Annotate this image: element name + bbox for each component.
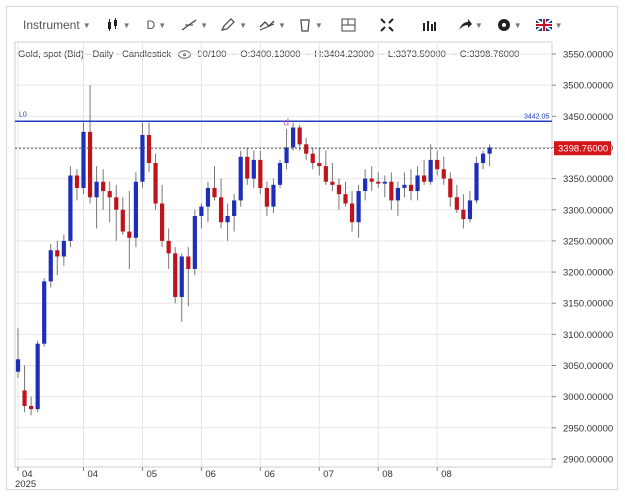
candle-body[interactable] bbox=[251, 159, 256, 179]
candle-body[interactable] bbox=[166, 240, 171, 254]
candle-body[interactable] bbox=[474, 163, 479, 201]
candle-body[interactable] bbox=[284, 147, 289, 164]
x-tick-label: 04 bbox=[88, 469, 99, 480]
candle-body[interactable] bbox=[74, 175, 80, 188]
plot-area bbox=[14, 41, 553, 468]
candle-body[interactable] bbox=[153, 163, 158, 204]
candle-body[interactable] bbox=[402, 184, 407, 188]
candle-body[interactable] bbox=[232, 200, 237, 216]
candle-body[interactable] bbox=[415, 175, 420, 192]
candle-body[interactable] bbox=[87, 131, 93, 198]
x-tick-label: 05 bbox=[146, 469, 157, 480]
candle-body[interactable] bbox=[291, 127, 296, 148]
candle-body[interactable] bbox=[22, 390, 27, 406]
candle-body[interactable] bbox=[323, 166, 328, 182]
y-tick-label: 3150.00000 bbox=[563, 299, 613, 310]
candle-body[interactable] bbox=[448, 178, 453, 198]
candle-body[interactable] bbox=[480, 153, 486, 164]
candle-body[interactable] bbox=[29, 405, 34, 410]
y-tick-label: 3100.00000 bbox=[563, 330, 613, 341]
line-value-label: 3442.05 bbox=[524, 113, 549, 120]
x-tick-label: 07 bbox=[323, 469, 334, 480]
candle-body[interactable] bbox=[277, 163, 283, 185]
line-label: L0 bbox=[19, 111, 27, 118]
candle-body[interactable] bbox=[81, 131, 86, 188]
x-year-label: 2025 bbox=[15, 479, 36, 490]
candle-body[interactable] bbox=[146, 134, 152, 164]
y-tick-label: 3200.00000 bbox=[563, 268, 613, 279]
candle-body[interactable] bbox=[389, 181, 394, 201]
candle-body[interactable] bbox=[264, 187, 269, 207]
candle-body[interactable] bbox=[461, 209, 466, 220]
last-price-text: 3398.76000 bbox=[558, 144, 608, 155]
candle-body[interactable] bbox=[173, 253, 178, 297]
candle-body[interactable] bbox=[94, 181, 99, 198]
candle-body[interactable] bbox=[107, 191, 112, 198]
y-tick-label: 3250.00000 bbox=[563, 236, 613, 247]
candle-body[interactable] bbox=[140, 134, 145, 182]
candle-body[interactable] bbox=[356, 191, 361, 223]
candle-body[interactable] bbox=[15, 359, 21, 372]
candle-body[interactable] bbox=[297, 127, 302, 145]
x-tick-label: 08 bbox=[441, 469, 452, 480]
candle-body[interactable] bbox=[369, 178, 374, 182]
y-tick-label: 3450.00000 bbox=[563, 112, 613, 123]
candle-body[interactable] bbox=[120, 209, 125, 232]
candle-body[interactable] bbox=[382, 181, 387, 184]
candle-body[interactable] bbox=[133, 181, 138, 238]
candle-body[interactable] bbox=[186, 256, 191, 269]
y-tick-label: 3550.00000 bbox=[563, 50, 613, 61]
candle-body[interactable] bbox=[310, 153, 315, 164]
candle-body[interactable] bbox=[68, 175, 73, 241]
candle-body[interactable] bbox=[199, 206, 204, 216]
y-tick-label: 3500.00000 bbox=[563, 81, 613, 92]
candle-body[interactable] bbox=[61, 240, 66, 257]
y-tick-label: 3050.00000 bbox=[563, 361, 613, 372]
x-tick-label: 08 bbox=[382, 469, 393, 480]
y-tick-label: 2900.00000 bbox=[563, 454, 613, 465]
candle-body[interactable] bbox=[363, 178, 368, 192]
candle-body[interactable] bbox=[258, 159, 263, 188]
candle-body[interactable] bbox=[467, 200, 473, 220]
candle-body[interactable] bbox=[238, 156, 243, 201]
candle-body[interactable] bbox=[212, 187, 217, 198]
candle-body[interactable] bbox=[101, 181, 106, 192]
candle-body[interactable] bbox=[317, 163, 322, 167]
candle-body[interactable] bbox=[192, 215, 197, 269]
candlestick-chart[interactable]: 3550.000003500.000003450.000003400.00000… bbox=[0, 0, 625, 496]
drawing-marker[interactable]: d bbox=[284, 117, 290, 128]
candle-body[interactable] bbox=[435, 159, 440, 170]
candle-body[interactable] bbox=[395, 187, 400, 201]
candle-body[interactable] bbox=[42, 281, 47, 344]
candle-body[interactable] bbox=[127, 231, 132, 238]
candle-body[interactable] bbox=[114, 197, 119, 210]
candle-body[interactable] bbox=[343, 194, 348, 204]
y-tick-label: 2950.00000 bbox=[563, 423, 613, 434]
candle-body[interactable] bbox=[441, 169, 446, 179]
candle-body[interactable] bbox=[205, 187, 211, 207]
candle-body[interactable] bbox=[330, 181, 335, 185]
candle-body[interactable] bbox=[336, 184, 342, 195]
y-tick-label: 3300.00000 bbox=[563, 205, 613, 216]
candle-body[interactable] bbox=[35, 343, 40, 410]
candle-body[interactable] bbox=[376, 181, 381, 184]
candle-body[interactable] bbox=[160, 203, 165, 241]
candle-body[interactable] bbox=[55, 250, 60, 257]
candle-body[interactable] bbox=[422, 175, 427, 182]
candle-body[interactable] bbox=[48, 250, 53, 282]
candle-body[interactable] bbox=[304, 144, 309, 154]
candle-body[interactable] bbox=[349, 203, 355, 223]
y-tick-label: 3350.00000 bbox=[563, 174, 613, 185]
candle-body[interactable] bbox=[245, 156, 250, 179]
candle-body[interactable] bbox=[225, 215, 230, 223]
y-tick-label: 3000.00000 bbox=[563, 392, 613, 403]
candle-body[interactable] bbox=[454, 197, 459, 210]
x-tick-label: 06 bbox=[264, 469, 275, 480]
x-tick-label: 06 bbox=[205, 469, 216, 480]
candle-body[interactable] bbox=[218, 197, 224, 223]
candle-body[interactable] bbox=[179, 256, 184, 297]
candle-body[interactable] bbox=[408, 184, 414, 192]
candle-body[interactable] bbox=[428, 159, 433, 182]
candle-body[interactable] bbox=[271, 184, 276, 207]
